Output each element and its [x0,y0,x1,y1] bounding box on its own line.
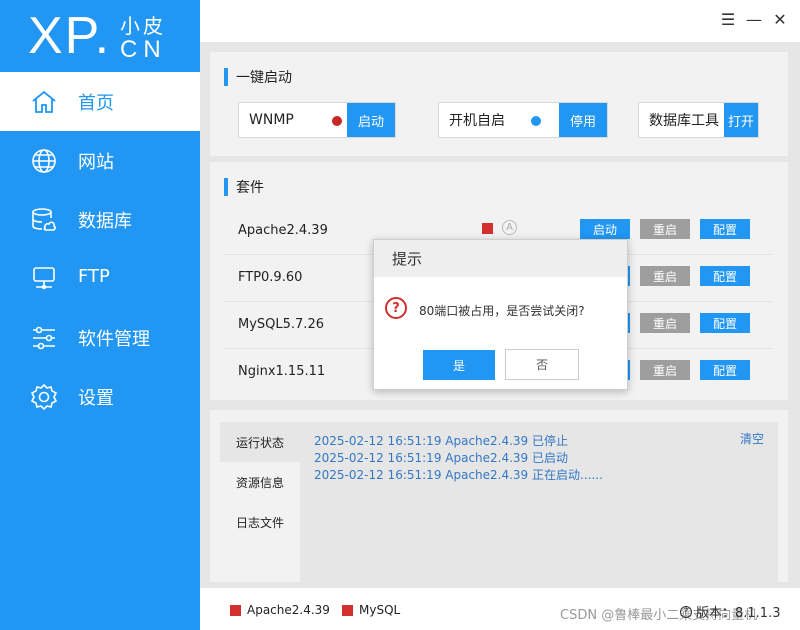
suite-name: Apache2.4.39 [238,223,328,238]
sidebar-item-label: 数据库 [78,211,132,232]
stopped-status-icon [230,604,241,616]
tab-resource-info[interactable]: 资源信息 [220,462,300,502]
title-bar: ☰ — ✕ [200,0,800,42]
database-icon [32,208,56,231]
restart-button[interactable]: 重启 [640,313,690,333]
wnmp-label: WNMP [249,112,294,128]
logo-main: XP. [28,7,112,65]
gear-icon [30,383,58,411]
info-icon: ? [680,605,692,618]
wnmp-box: WNMP 启动 [238,102,396,138]
autostart-label: 开机自启 [449,113,505,129]
logo-cn-top: 小皮 [120,14,166,38]
suite-title: 套件 [224,178,264,196]
log-area: 2025-02-12 16:51:19 Apache2.4.39 已停止 202… [300,422,778,582]
config-button[interactable]: 配置 [700,219,750,239]
sidebar: XP. 小皮 CN 首页 网站 数据库 FTP 软件管理 设置 [0,0,200,630]
status-apache: Apache2.4.39 [230,603,330,617]
autostart-disable-button[interactable]: 停用 [559,103,607,137]
sidebar-item-website[interactable]: 网站 [0,131,200,190]
sidebar-item-label: FTP [78,266,110,287]
wnmp-start-button[interactable]: 启动 [347,103,395,137]
sidebar-item-label: 软件管理 [78,329,150,350]
restart-button[interactable]: 重启 [640,360,690,380]
status-mysql: MySQL [342,603,400,617]
log-line: 2025-02-12 16:51:19 Apache2.4.39 已启动 [314,451,569,465]
dialog-message: 80端口被占用，是否尝试关闭? [419,304,585,318]
globe-icon [32,149,56,173]
sidebar-item-home[interactable]: 首页 [0,72,200,131]
autostart-status-dot [531,116,541,126]
server-icon [33,267,55,290]
sidebar-item-settings[interactable]: 设置 [0,367,200,426]
sidebar-item-database[interactable]: 数据库 [0,190,200,249]
minimize-icon[interactable]: — [744,10,764,30]
sidebar-item-label: 首页 [78,93,114,114]
restart-button[interactable]: 重启 [640,219,690,239]
autostart-box: 开机自启 停用 [438,102,608,138]
clear-button[interactable]: 清空 [740,430,764,447]
log-line: 2025-02-12 16:51:19 Apache2.4.39 已停止 [314,434,569,448]
logo-cn-bottom: CN [120,36,167,63]
log-tabs: 运行状态 资源信息 日志文件 [220,422,300,542]
anchor-icon: A [502,220,517,235]
stopped-status-icon [342,604,353,616]
suite-name: Nginx1.15.11 [238,364,326,379]
yes-button[interactable]: 是 [423,350,495,380]
sidebar-item-label: 网站 [78,152,114,173]
log-panel: 运行状态 资源信息 日志文件 2025-02-12 16:51:19 Apach… [210,410,788,582]
config-button[interactable]: 配置 [700,313,750,333]
quick-start-title: 一键启动 [224,68,292,86]
sidebar-item-label: 设置 [78,388,114,409]
dialog-title: 提示 [374,240,627,277]
menu-icon[interactable]: ☰ [718,10,738,30]
sliders-icon [33,326,55,350]
no-button[interactable]: 否 [505,349,579,380]
tab-running-status[interactable]: 运行状态 [220,422,300,462]
dbtool-label: 数据库工具 [649,113,719,129]
config-button[interactable]: 配置 [700,360,750,380]
sidebar-item-ftp[interactable]: FTP [0,249,200,308]
quick-start-panel: 一键启动 WNMP 启动 开机自启 停用 数据库工具 打开 [210,52,788,156]
suite-name: FTP0.9.60 [238,270,303,285]
dbtool-open-button[interactable]: 打开 [724,103,758,137]
restart-button[interactable]: 重启 [640,266,690,286]
stopped-status-icon [482,223,493,234]
wnmp-status-dot [332,116,342,126]
confirm-dialog: 提示 ? 80端口被占用，是否尝试关闭? 是 否 [373,239,628,390]
dbtool-box: 数据库工具 打开 [638,102,759,138]
close-icon[interactable]: ✕ [770,10,790,30]
status-bar: Apache2.4.39 MySQL CSDN @鲁棒最小二乘支持向量机 ? 版… [200,588,800,630]
question-icon: ? [385,297,407,319]
tab-log-files[interactable]: 日志文件 [220,502,300,542]
suite-name: MySQL5.7.26 [238,317,324,332]
start-button[interactable]: 启动 [580,219,630,239]
sidebar-item-software[interactable]: 软件管理 [0,308,200,367]
config-button[interactable]: 配置 [700,266,750,286]
log-line: 2025-02-12 16:51:19 Apache2.4.39 正在启动...… [314,468,603,482]
sidebar-nav: 首页 网站 数据库 FTP 软件管理 设置 [0,72,200,426]
version-info: ? 版本：8.1.1.3 [680,602,780,621]
home-icon [32,90,56,113]
